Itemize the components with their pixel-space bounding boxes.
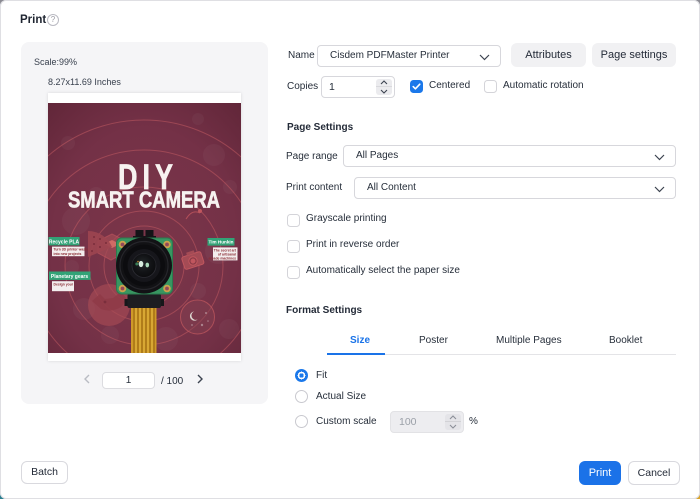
svg-text:Planetary gears: Planetary gears <box>51 274 88 280</box>
svg-text:Design your: Design your <box>54 283 74 287</box>
svg-text:into new projects: into new projects <box>54 252 82 256</box>
svg-text:Tim Hunkin: Tim Hunkin <box>209 240 234 245</box>
svg-text:SMART CAMERA: SMART CAMERA <box>68 188 220 213</box>
svg-text:Recycle PLA: Recycle PLA <box>49 239 80 245</box>
svg-text:arcade machines: arcade machines <box>208 256 236 260</box>
